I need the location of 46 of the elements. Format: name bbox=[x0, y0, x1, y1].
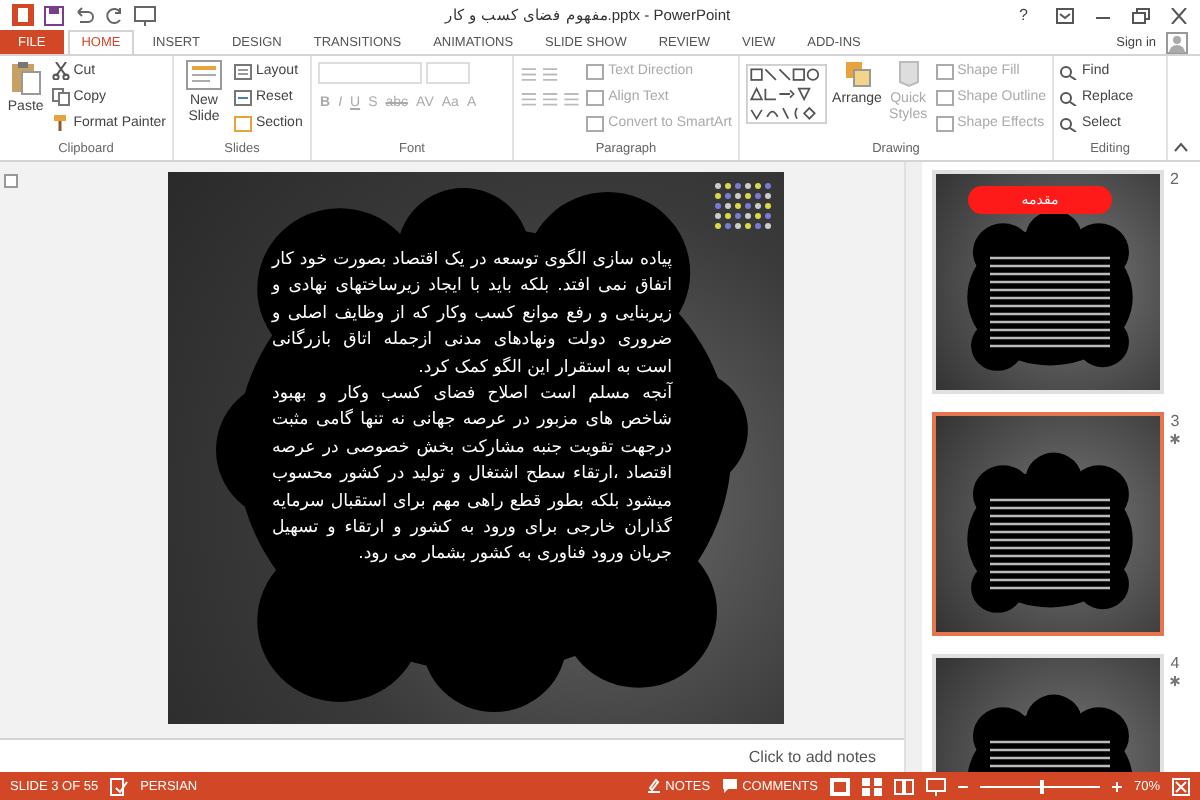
editing-icon bbox=[1060, 115, 1078, 131]
scissors-icon bbox=[51, 62, 70, 80]
reset-icon bbox=[234, 89, 252, 105]
ribbon-display-icon[interactable] bbox=[1056, 7, 1074, 23]
slide-icon bbox=[186, 60, 222, 90]
text-box-icon bbox=[586, 89, 605, 105]
slide-thumbnail[interactable] bbox=[932, 412, 1164, 636]
notes-placeholder[interactable]: Click to add notes bbox=[748, 747, 876, 765]
normal-view-icon[interactable] bbox=[829, 777, 850, 795]
help-button[interactable]: ? bbox=[1019, 6, 1028, 24]
text-box-icon bbox=[586, 115, 605, 131]
slide-paragraph: پیاده سازی الگوی توسعه در یک اقتصاد بصورت خود کار اتفاق نمی افتد. بلکه باید با ایجاد زیرساختهای نهادی و زیربنایی و رفع موانع کسب وکار که از وظایف اصلی و ضروری دولت ونهادهای مدنی ازجمله اتاق بازرگانی است به استقرار این الگو کمک کرد. bbox=[272, 248, 672, 382]
collapse-ribbon-icon[interactable] bbox=[1174, 142, 1188, 152]
slideshow-icon[interactable] bbox=[134, 5, 156, 25]
expand-pane-icon[interactable] bbox=[4, 174, 18, 188]
save-icon[interactable] bbox=[44, 5, 64, 25]
close-icon[interactable] bbox=[1170, 7, 1188, 23]
slide-sorter-icon[interactable] bbox=[861, 777, 882, 795]
slide-number: 4 bbox=[1170, 654, 1180, 672]
spelling-check-icon[interactable] bbox=[110, 777, 129, 795]
paintbrush-icon bbox=[51, 114, 70, 132]
arrange-icon bbox=[843, 60, 871, 88]
quick-styles-icon bbox=[895, 60, 922, 88]
copy-icon bbox=[51, 88, 70, 106]
editing-icon bbox=[1060, 89, 1078, 105]
powerpoint-logo-icon[interactable] bbox=[12, 4, 34, 26]
reading-view-icon[interactable] bbox=[893, 777, 914, 795]
clipboard-icon bbox=[9, 60, 42, 96]
layout-icon bbox=[234, 63, 252, 79]
comment-icon bbox=[722, 778, 739, 794]
slide-number: 3 bbox=[1170, 412, 1180, 430]
restore-icon[interactable] bbox=[1132, 7, 1150, 23]
editing-icon bbox=[1060, 63, 1078, 79]
redo-icon[interactable] bbox=[104, 5, 124, 25]
scrollbar[interactable] bbox=[904, 162, 922, 772]
text-box-icon bbox=[586, 63, 605, 79]
fit-slide-icon[interactable] bbox=[1172, 777, 1190, 795]
notes-icon bbox=[645, 778, 662, 794]
slide-number: 2 bbox=[1170, 170, 1179, 188]
user-avatar-icon[interactable] bbox=[1166, 31, 1188, 53]
shapes-gallery-icon[interactable] bbox=[746, 60, 827, 128]
undo-icon[interactable] bbox=[74, 5, 94, 25]
zoom-slider-thumb[interactable] bbox=[1039, 779, 1044, 793]
slide-show-icon[interactable] bbox=[925, 777, 946, 795]
section-icon bbox=[234, 115, 252, 131]
slide-paragraph: آنجه مسلم است اصلاح فضای کسب وکار و بهبود شاخص های مزبور در عرصه جهانی نه تنها گامی مثبت درجهت تقویت جنبه مشارکت بخش خصوصی در عرصه اقتصاد ،ارتقاء سطح اشتغال و تولید در کشور محسوب میشود بلکه بطور قطع راهی مهم برای استقبال سرمایه گذاران خارجی برای ورود به کشور و ارتقاء و تسهیل جریان ورود فناوری به کشور بشمار می رود. bbox=[272, 382, 672, 569]
